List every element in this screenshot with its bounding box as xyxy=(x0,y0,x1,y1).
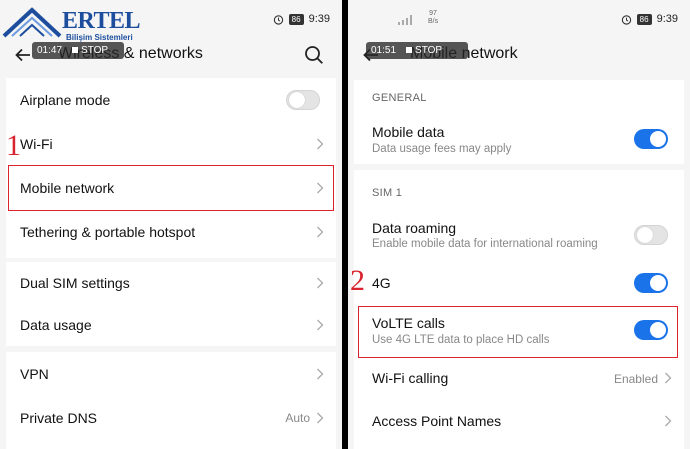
data-usage-row[interactable]: Data usage xyxy=(6,304,336,346)
network-speed: 97 B/s xyxy=(428,10,439,25)
private-dns-row[interactable]: Private DNS Auto xyxy=(6,396,336,440)
row-label: Dual SIM settings xyxy=(20,275,130,291)
row-label: Airplane mode xyxy=(20,92,111,108)
row-label: Wi-Fi xyxy=(20,136,53,152)
row-label: Access Point Names xyxy=(372,413,502,429)
tethering-hotspot-row[interactable]: Tethering & portable hotspot xyxy=(6,210,336,254)
volte-calls-highlight xyxy=(358,306,678,358)
section-title-sim1: SIM 1 xyxy=(372,187,403,199)
4g-row[interactable]: 4G xyxy=(354,262,684,302)
general-card: GENERAL Mobile data Data usage fees may … xyxy=(354,80,684,164)
alarm-icon xyxy=(621,14,631,25)
row-label: Wi-Fi calling xyxy=(372,370,449,386)
status-bar: 97 B/s 86 9:39 xyxy=(348,0,690,38)
back-arrow-icon[interactable] xyxy=(14,46,32,64)
row-subtitle: Data usage fees may apply xyxy=(372,143,512,155)
row-label: Data usage xyxy=(20,317,92,333)
4g-toggle[interactable] xyxy=(634,273,668,293)
recording-timer: 01:51 xyxy=(371,45,397,56)
row-label: Tethering & portable hotspot xyxy=(20,224,196,240)
mobile-data-row[interactable]: Mobile data Data usage fees may apply xyxy=(354,116,684,164)
row-label: Private DNS xyxy=(20,410,98,426)
ertel-logo: ERTEL Bilişim Sistemleri xyxy=(2,4,152,44)
access-point-names-row[interactable]: Access Point Names xyxy=(354,400,684,440)
chevron-right-icon xyxy=(665,415,672,427)
wifi-calling-row[interactable]: Wi-Fi calling Enabled xyxy=(354,358,684,398)
clock: 9:39 xyxy=(656,13,678,25)
row-label: VPN xyxy=(20,366,49,382)
logo-name: ERTEL xyxy=(62,8,141,34)
clock: 9:39 xyxy=(308,13,330,25)
private-dns-value: Auto xyxy=(285,411,310,425)
stop-recording-button[interactable]: STOP xyxy=(406,45,442,56)
logo-roof-icon xyxy=(2,7,62,38)
chevron-right-icon xyxy=(665,372,672,384)
logo-subtitle: Bilişim Sistemleri xyxy=(66,33,133,42)
screen-recorder-pill[interactable]: 01:51 STOP xyxy=(366,42,468,59)
signal-icon xyxy=(398,15,412,25)
mobile-network-highlight xyxy=(8,165,334,211)
airplane-mode-row[interactable]: Airplane mode xyxy=(6,78,336,122)
wifi-row[interactable]: Wi-Fi xyxy=(6,122,336,166)
battery-indicator: 86 xyxy=(288,13,304,25)
data-roaming-toggle[interactable] xyxy=(634,225,668,245)
dual-sim-settings-row[interactable]: Dual SIM settings xyxy=(6,262,336,304)
vpn-row[interactable]: VPN xyxy=(6,352,336,396)
mobile-data-toggle[interactable] xyxy=(634,129,668,149)
stop-icon xyxy=(406,47,413,53)
wireless-networks-screen: 86 9:39 Wireless & networks 01:47 STOP A… xyxy=(0,0,342,449)
row-label: Data roaming xyxy=(372,220,457,236)
chevron-right-icon xyxy=(317,226,324,238)
search-icon[interactable] xyxy=(304,45,324,65)
stop-recording-button[interactable]: STOP xyxy=(72,45,108,56)
wifi-calling-value: Enabled xyxy=(613,372,658,386)
chevron-right-icon xyxy=(317,277,324,289)
row-label: 4G xyxy=(372,275,391,291)
row-subtitle: Enable mobile data for international roa… xyxy=(372,238,598,250)
vpn-dns-card: VPN Private DNS Auto xyxy=(6,352,336,449)
step-number-2: 2 xyxy=(350,264,365,297)
stop-icon xyxy=(72,47,79,53)
alarm-icon xyxy=(273,14,283,25)
chevron-right-icon xyxy=(317,319,324,331)
row-label: Mobile data xyxy=(372,124,445,140)
chevron-right-icon xyxy=(317,138,324,150)
recording-timer: 01:47 xyxy=(37,45,63,56)
data-roaming-row[interactable]: Data roaming Enable mobile data for inte… xyxy=(354,212,684,260)
section-title-general: GENERAL xyxy=(372,92,427,104)
mobile-network-screen: 97 B/s 86 9:39 Mobile network 01:51 STOP… xyxy=(348,0,690,449)
step-number-1: 1 xyxy=(6,129,21,162)
chevron-right-icon xyxy=(317,412,324,424)
sim-data-card: Dual SIM settings Data usage xyxy=(6,262,336,346)
airplane-mode-toggle[interactable] xyxy=(286,90,320,110)
screen-recorder-pill[interactable]: 01:47 STOP xyxy=(32,42,124,59)
battery-indicator: 86 xyxy=(636,13,652,25)
chevron-right-icon xyxy=(317,368,324,380)
